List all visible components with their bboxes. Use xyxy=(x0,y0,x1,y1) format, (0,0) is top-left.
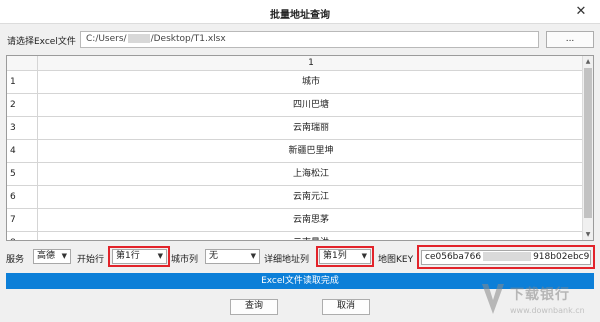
redacted-username xyxy=(127,34,150,43)
row-number: 4 xyxy=(7,140,38,162)
file-picker-row: 请选择Excel文件 C:/Users/ /Desktop/T1.xlsx ... xyxy=(0,31,600,49)
vertical-scrollbar[interactable]: ▲ ▼ xyxy=(582,56,593,240)
scroll-up-icon[interactable]: ▲ xyxy=(583,56,593,67)
table-cell[interactable]: 新疆巴里坤 xyxy=(38,140,584,162)
row-number: 5 xyxy=(7,163,38,185)
table-cell[interactable]: 云南元江 xyxy=(38,186,584,208)
service-label: 服务 xyxy=(6,255,25,265)
table-row[interactable]: 3 云南瑞丽 xyxy=(7,117,584,140)
cancel-button[interactable]: 取消 xyxy=(322,299,370,315)
table-row[interactable]: 5 上海松江 xyxy=(7,163,584,186)
city-column-label: 城市列 xyxy=(171,255,199,265)
table-row[interactable]: 6 云南元江 xyxy=(7,186,584,209)
highlight-box-map-key xyxy=(417,245,595,269)
table-cell[interactable]: 上海松江 xyxy=(38,163,584,185)
start-row-label: 开始行 xyxy=(77,255,105,265)
table-row[interactable]: 2 四川巴塘 xyxy=(7,94,584,117)
close-icon[interactable]: ✕ xyxy=(572,3,590,21)
column-header[interactable]: 1 xyxy=(38,56,584,71)
chevron-down-icon: ▼ xyxy=(61,252,67,260)
service-value: 高德 xyxy=(37,251,56,261)
row-number: 8 xyxy=(7,232,38,240)
table-cell[interactable]: 云南瑞丽 xyxy=(38,117,584,139)
data-grid[interactable]: 1 1 城市 2 四川巴塘 3 云南瑞丽 4 新疆巴里坤 5 上海松江 6 云南… xyxy=(6,55,594,241)
file-label: 请选择Excel文件 xyxy=(7,37,76,47)
row-number: 7 xyxy=(7,209,38,231)
watermark-logo-icon xyxy=(482,284,504,314)
table-cell[interactable]: 云南景洪 xyxy=(38,232,584,240)
service-select[interactable]: 高德 ▼ xyxy=(33,249,71,264)
map-key-label: 地图KEY xyxy=(378,255,414,265)
row-number: 1 xyxy=(7,71,38,93)
file-path-prefix: C:/Users/ xyxy=(86,34,127,44)
grid-rows: 1 城市 2 四川巴塘 3 云南瑞丽 4 新疆巴里坤 5 上海松江 6 云南元江… xyxy=(7,71,584,240)
watermark-url: www.downbank.cn xyxy=(510,306,585,315)
scroll-down-icon[interactable]: ▼ xyxy=(583,229,593,240)
row-number: 6 xyxy=(7,186,38,208)
city-column-value: 无 xyxy=(209,251,219,261)
watermark: 下载银行 www.downbank.cn xyxy=(480,282,600,322)
table-row[interactable]: 7 云南思茅 xyxy=(7,209,584,232)
table-row[interactable]: 1 城市 xyxy=(7,71,584,94)
detail-address-column-label: 详细地址列 xyxy=(264,255,310,265)
table-row[interactable]: 4 新疆巴里坤 xyxy=(7,140,584,163)
city-column-select[interactable]: 无 ▼ xyxy=(205,249,260,264)
file-path-suffix: /Desktop/T1.xlsx xyxy=(150,34,226,44)
row-number: 2 xyxy=(7,94,38,116)
highlight-box-detail-column xyxy=(316,246,374,267)
row-number: 3 xyxy=(7,117,38,139)
chevron-down-icon: ▼ xyxy=(250,252,256,260)
window-title: 批量地址查询 xyxy=(270,10,330,21)
table-row[interactable]: 8 云南景洪 xyxy=(7,232,584,240)
browse-button[interactable]: ... xyxy=(546,31,594,48)
title-bar: 批量地址查询 ✕ xyxy=(0,0,600,24)
query-button[interactable]: 查询 xyxy=(230,299,278,315)
table-cell[interactable]: 云南思茅 xyxy=(38,209,584,231)
table-cell[interactable]: 城市 xyxy=(38,71,584,93)
highlight-box-start-row xyxy=(108,246,170,267)
table-cell[interactable]: 四川巴塘 xyxy=(38,94,584,116)
grid-corner-header xyxy=(7,56,38,71)
watermark-brand: 下载银行 xyxy=(510,287,570,303)
file-path-field[interactable]: C:/Users/ /Desktop/T1.xlsx xyxy=(80,31,539,48)
scrollbar-thumb[interactable] xyxy=(584,68,592,218)
